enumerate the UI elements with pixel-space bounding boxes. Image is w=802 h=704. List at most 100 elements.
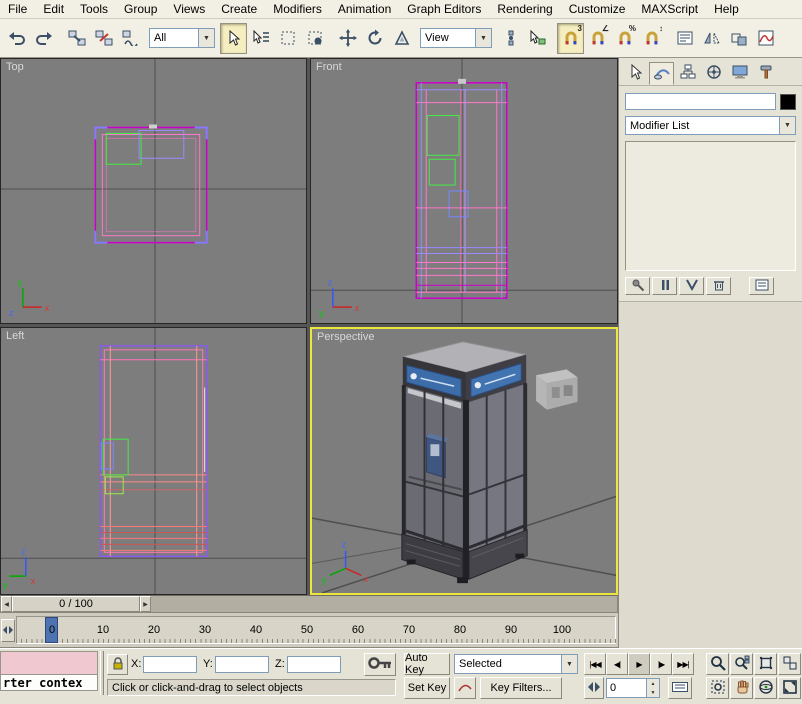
viewport-left[interactable]: z y x Left (0, 327, 307, 595)
track-bar[interactable]: 0 10 20 30 40 50 60 70 80 90 100 (0, 613, 618, 648)
curve-editor-button[interactable] (752, 23, 779, 54)
align-button[interactable] (725, 23, 752, 54)
time-slider-handle[interactable]: 0 / 100 (12, 596, 140, 612)
unlink-selection-button[interactable] (90, 23, 117, 54)
select-and-link-button[interactable] (63, 23, 90, 54)
tab-utilities[interactable] (753, 62, 778, 85)
menu-create[interactable]: Create (213, 1, 265, 17)
angle-snap-button[interactable]: ∠ (584, 23, 611, 54)
menu-edit[interactable]: Edit (35, 1, 72, 17)
go-to-end-button[interactable]: ▶▶| (672, 653, 694, 675)
zoom-extents-all-button[interactable] (778, 653, 801, 675)
viewport-perspective[interactable]: z x y Perspective (310, 327, 618, 595)
key-mode-toggle-button[interactable] (584, 677, 604, 699)
viewport-top-label[interactable]: Top (6, 61, 24, 73)
remove-modifier-button[interactable] (706, 277, 731, 295)
viewport-top[interactable]: y x z Top (0, 58, 307, 324)
select-and-move-button[interactable] (334, 23, 361, 54)
dropdown-arrow-icon[interactable]: ▼ (561, 655, 577, 673)
object-name-input[interactable] (625, 93, 776, 110)
key-mode-dropdown[interactable]: Selected ▼ (454, 654, 578, 674)
zoom-button[interactable] (706, 653, 729, 675)
mini-curve-editor-button[interactable] (1, 619, 15, 642)
object-color-swatch[interactable] (780, 94, 796, 110)
set-key-button[interactable]: Set Key (404, 677, 450, 699)
menu-file[interactable]: File (0, 1, 35, 17)
spinner-down-icon[interactable]: ▼ (647, 688, 659, 697)
make-unique-button[interactable] (679, 277, 704, 295)
dropdown-arrow-icon[interactable]: ▼ (779, 117, 795, 134)
select-and-manipulate-button[interactable] (524, 23, 551, 54)
select-and-rotate-button[interactable] (361, 23, 388, 54)
tab-modify[interactable] (649, 62, 674, 85)
z-coordinate-field[interactable] (287, 656, 341, 673)
next-frame-button[interactable]: |▶ (650, 653, 672, 675)
maxscript-listener-pane[interactable]: rter contex (0, 674, 98, 691)
pan-button[interactable] (730, 677, 753, 699)
mirror-button[interactable] (698, 23, 725, 54)
dropdown-arrow-icon[interactable]: ▼ (198, 29, 214, 47)
menu-animation[interactable]: Animation (330, 1, 399, 17)
zoom-all-button[interactable] (730, 653, 753, 675)
menu-modifiers[interactable]: Modifiers (265, 1, 330, 17)
percent-snap-button[interactable]: % (611, 23, 638, 54)
x-coordinate-field[interactable] (143, 656, 197, 673)
select-object-button[interactable] (220, 23, 247, 54)
zoom-extents-button[interactable] (754, 653, 777, 675)
spinner-up-icon[interactable]: ▲ (647, 679, 659, 688)
macro-recorder-pane[interactable] (0, 651, 98, 674)
play-button[interactable]: ▶ (628, 653, 650, 675)
menu-rendering[interactable]: Rendering (489, 1, 560, 17)
time-slider-track[interactable] (151, 596, 617, 612)
modifier-stack-list[interactable] (625, 141, 796, 271)
edit-named-selections-button[interactable] (671, 23, 698, 54)
default-tangent-button[interactable] (454, 677, 476, 699)
selection-filter-dropdown[interactable]: All ▼ (149, 28, 215, 48)
listener-splitter[interactable] (100, 651, 104, 695)
viewport-front[interactable]: z x y Front (310, 58, 618, 324)
viewport-left-label[interactable]: Left (6, 330, 24, 342)
spinner-snap-button[interactable]: ↕ (638, 23, 665, 54)
y-coordinate-field[interactable] (215, 656, 269, 673)
tab-motion[interactable] (701, 62, 726, 85)
menu-tools[interactable]: Tools (72, 1, 116, 17)
menu-maxscript[interactable]: MAXScript (633, 1, 706, 17)
select-and-scale-button[interactable] (388, 23, 415, 54)
menu-group[interactable]: Group (116, 1, 165, 17)
use-pivot-center-button[interactable] (497, 23, 524, 54)
menu-graph-editors[interactable]: Graph Editors (399, 1, 489, 17)
select-by-name-button[interactable] (247, 23, 274, 54)
pin-stack-button[interactable] (625, 277, 650, 295)
selection-lock-toggle[interactable] (107, 654, 128, 675)
show-end-result-button[interactable] (652, 277, 677, 295)
snap-toggle-3d-button[interactable]: 3 (557, 23, 584, 54)
maximize-viewport-toggle-button[interactable] (778, 677, 801, 699)
tab-create[interactable] (623, 62, 648, 85)
set-keys-button[interactable] (364, 653, 396, 676)
modifier-list-dropdown[interactable]: Modifier List ▼ (625, 116, 796, 135)
keyboard-shortcut-override-button[interactable] (668, 677, 692, 699)
viewport-perspective-label[interactable]: Perspective (317, 331, 374, 343)
reference-coordinate-dropdown[interactable]: View ▼ (420, 28, 492, 48)
arc-rotate-button[interactable] (754, 677, 777, 699)
current-time-field[interactable]: 0 ▲ ▼ (606, 678, 660, 698)
window-crossing-toggle-button[interactable] (301, 23, 328, 54)
undo-button[interactable] (3, 23, 30, 54)
phone-booth-model[interactable] (402, 342, 527, 583)
menu-views[interactable]: Views (165, 1, 213, 17)
go-to-start-button[interactable]: |◀◀ (584, 653, 606, 675)
previous-frame-button[interactable]: ◀| (606, 653, 628, 675)
time-slider-right-arrow[interactable]: ▶ (140, 596, 151, 612)
time-slider-left-arrow[interactable]: ◀ (1, 596, 12, 612)
tab-display[interactable] (727, 62, 752, 85)
configure-modifier-sets-button[interactable] (749, 277, 774, 295)
auto-key-button[interactable]: Auto Key (404, 653, 450, 675)
dropdown-arrow-icon[interactable]: ▼ (475, 29, 491, 47)
redo-button[interactable] (30, 23, 57, 54)
field-of-view-button[interactable] (706, 677, 729, 699)
menu-help[interactable]: Help (706, 1, 747, 17)
viewport-front-label[interactable]: Front (316, 61, 342, 73)
rectangular-selection-region-button[interactable] (274, 23, 301, 54)
menu-customize[interactable]: Customize (561, 1, 634, 17)
bind-to-spacewarp-button[interactable] (117, 23, 144, 54)
